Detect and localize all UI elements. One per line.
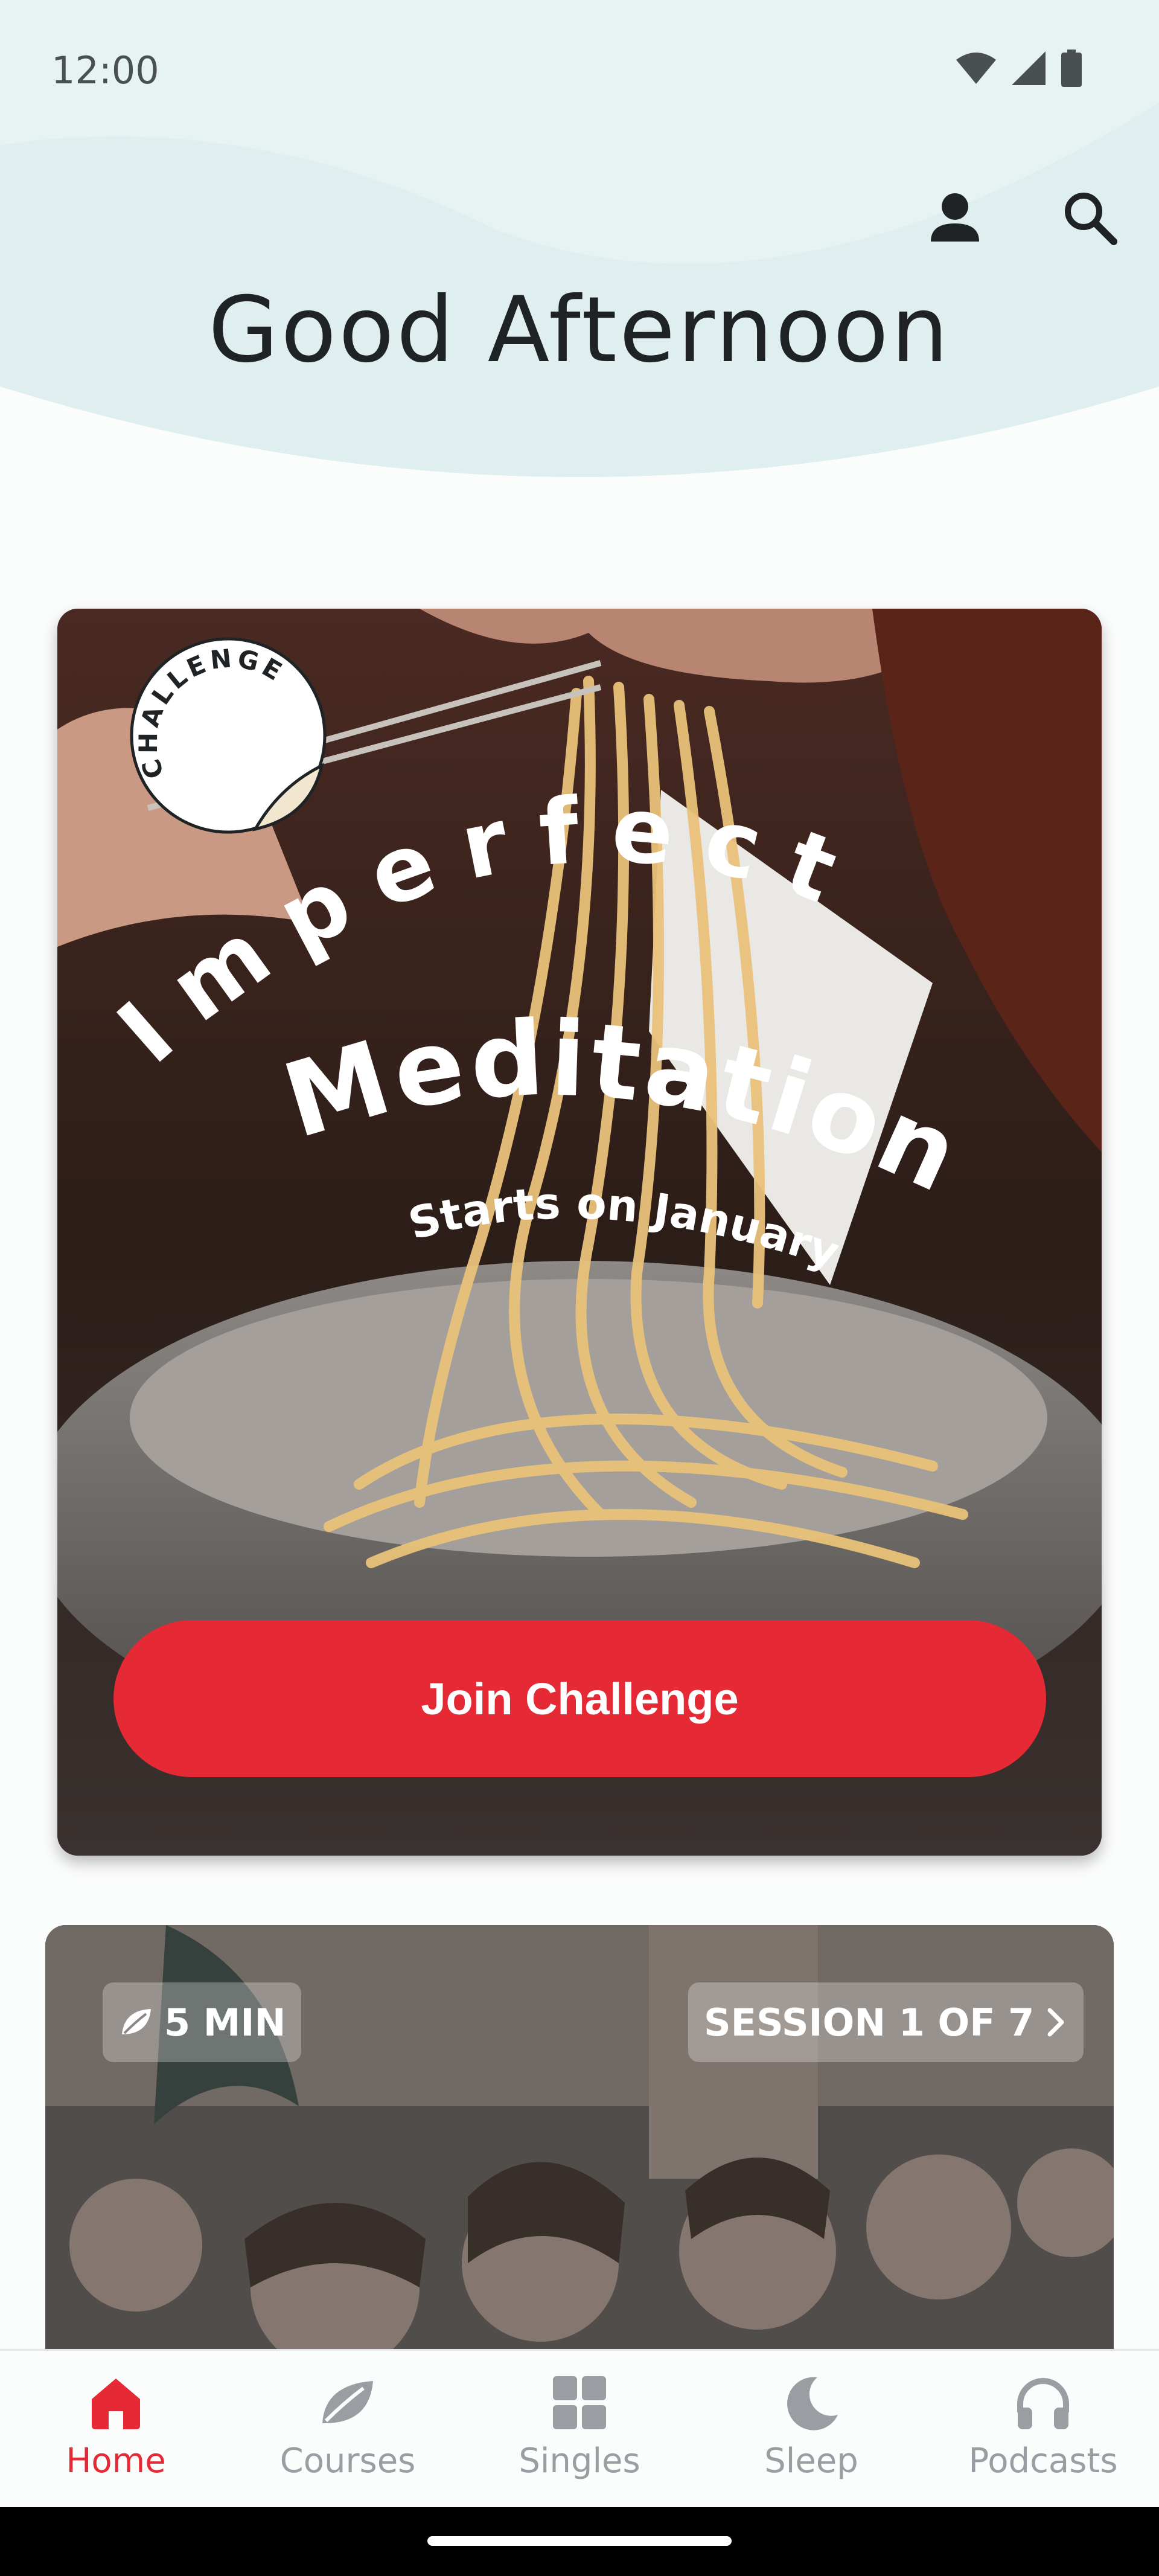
status-icons: [956, 50, 1082, 87]
status-time: 12:00: [51, 48, 159, 92]
nav-label-podcasts: Podcasts: [968, 2441, 1118, 2481]
leaf-icon: [122, 2009, 151, 2034]
nav-courses[interactable]: Courses: [232, 2351, 464, 2509]
greeting-title: Good Afternoon: [208, 278, 951, 383]
duration-chip: 5 MIN: [103, 1982, 302, 2062]
nav-label-courses: Courses: [279, 2441, 416, 2481]
challenge-card[interactable]: Imperfect Meditation Starts on January 8…: [57, 609, 1102, 1856]
battery-icon: [1061, 50, 1082, 87]
home-indicator[interactable]: [427, 2536, 732, 2546]
nav-label-singles: Singles: [519, 2441, 640, 2481]
moon-icon: [787, 2377, 838, 2430]
grid-icon: [553, 2376, 606, 2429]
nav-label-home: Home: [66, 2441, 166, 2481]
session-progress-chip[interactable]: SESSION 1 OF 7: [688, 1982, 1084, 2062]
signal-icon: [1012, 51, 1046, 85]
join-challenge-button[interactable]: Join Challenge: [113, 1620, 1046, 1777]
profile-button[interactable]: [925, 187, 985, 248]
nav-sleep[interactable]: Sleep: [695, 2351, 927, 2509]
wifi-icon: [956, 53, 996, 84]
challenge-badge: CHALLENGE: [130, 637, 327, 834]
duration-text: 5 MIN: [164, 2000, 286, 2045]
nav-podcasts[interactable]: Podcasts: [927, 2351, 1159, 2509]
search-icon: [1065, 193, 1117, 245]
session-card[interactable]: 5 MIN SESSION 1 OF 7: [45, 1925, 1114, 2360]
leaf-icon: [322, 2381, 373, 2424]
nav-label-sleep: Sleep: [764, 2441, 858, 2481]
search-button[interactable]: [1059, 187, 1120, 248]
bottom-navigation: Home Courses Singles Sleep Podcasts: [0, 2349, 1159, 2509]
nav-home[interactable]: Home: [0, 2351, 232, 2509]
headphones-icon: [1017, 2378, 1069, 2429]
session-text: SESSION 1 OF 7: [704, 2000, 1035, 2045]
nav-singles[interactable]: Singles: [464, 2351, 695, 2509]
person-icon: [931, 193, 979, 242]
home-icon: [92, 2379, 140, 2429]
chevron-right-icon: [1047, 2008, 1064, 2037]
